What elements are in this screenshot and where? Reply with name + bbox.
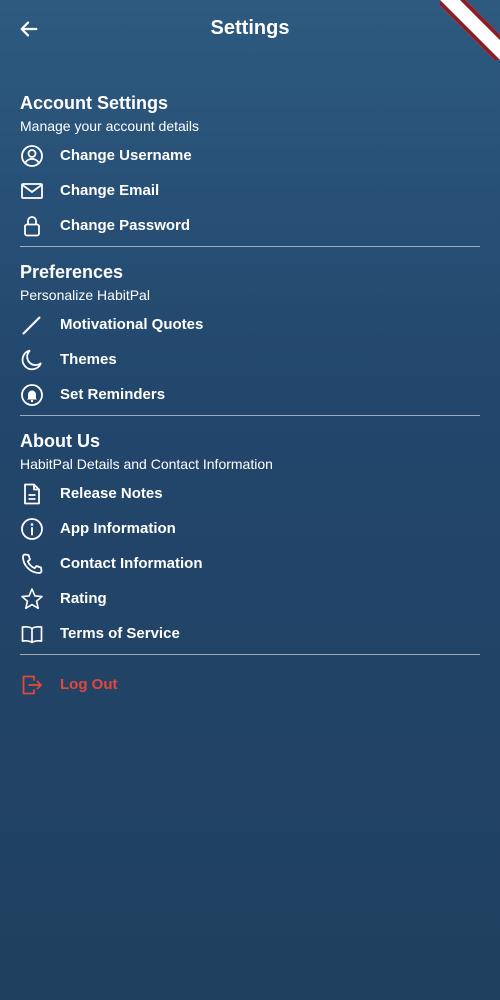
account-circle-icon: [20, 144, 44, 168]
logout-icon: [20, 673, 44, 697]
item-label: Change Password: [60, 217, 191, 234]
section-title: About Us: [20, 431, 100, 451]
lock-icon: [20, 214, 44, 238]
item-label: Themes: [60, 351, 117, 368]
item-label: Change Username: [60, 147, 192, 164]
phone-icon: [20, 552, 44, 576]
section-subtitle: Personalize HabitPal: [20, 287, 150, 303]
section-subtitle: Manage your account details: [20, 118, 199, 134]
change-email-item[interactable]: Change Email: [20, 173, 480, 208]
item-label: Release Notes: [60, 485, 163, 502]
section-title: Account Settings: [20, 93, 169, 113]
change-username-item[interactable]: Change Username: [20, 138, 480, 173]
divider: [20, 654, 480, 655]
terms-of-service-item[interactable]: Terms of Service: [20, 616, 480, 651]
item-label: App Information: [60, 520, 176, 537]
logout-button[interactable]: Log Out: [20, 667, 480, 702]
section-account-settings: Account Settings Manage your account det…: [20, 90, 480, 247]
section-preferences: Preferences Personalize HabitPal Motivat…: [20, 259, 480, 416]
logout-label: Log Out: [60, 676, 118, 693]
debug-banner: [440, 0, 500, 60]
item-label: Change Email: [60, 182, 160, 199]
book-icon: [20, 622, 44, 646]
app-bar: Settings: [0, 0, 500, 60]
section-subtitle: HabitPal Details and Contact Information: [20, 456, 273, 472]
contact-information-item[interactable]: Contact Information: [20, 546, 480, 581]
item-label: Set Reminders: [60, 386, 166, 403]
page-title: Settings: [210, 17, 290, 39]
release-notes-item[interactable]: Release Notes: [20, 476, 480, 511]
divider: [20, 415, 480, 416]
item-label: Rating: [60, 590, 107, 607]
divider: [20, 246, 480, 247]
pencil-icon: [20, 313, 44, 337]
section-about-us: About Us HabitPal Details and Contact In…: [20, 428, 480, 655]
rating-item[interactable]: Rating: [20, 581, 480, 616]
moon-icon: [20, 348, 44, 372]
section-title: Preferences: [20, 262, 124, 282]
mail-icon: [20, 179, 44, 203]
bell-icon: [20, 383, 44, 407]
change-password-item[interactable]: Change Password: [20, 208, 480, 243]
item-label: Contact Information: [60, 555, 203, 572]
item-label: Motivational Quotes: [60, 316, 204, 333]
star-icon: [20, 587, 44, 611]
item-label: Terms of Service: [60, 625, 180, 642]
themes-item[interactable]: Themes: [20, 342, 480, 377]
app-information-item[interactable]: App Information: [20, 511, 480, 546]
document-icon: [20, 482, 44, 506]
info-icon: [20, 517, 44, 541]
motivational-quotes-item[interactable]: Motivational Quotes: [20, 307, 480, 342]
settings-list: Account Settings Manage your account det…: [20, 90, 480, 702]
set-reminders-item[interactable]: Set Reminders: [20, 377, 480, 412]
